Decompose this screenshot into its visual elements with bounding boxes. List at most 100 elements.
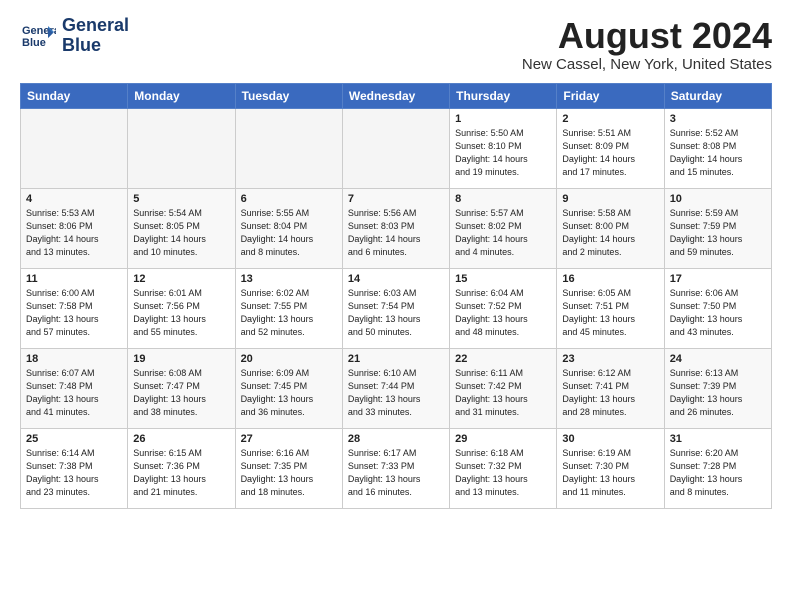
day-info: Sunrise: 5:52 AM Sunset: 8:08 PM Dayligh… [670,127,766,179]
day-info: Sunrise: 6:06 AM Sunset: 7:50 PM Dayligh… [670,287,766,339]
calendar-day-5: 5Sunrise: 5:54 AM Sunset: 8:05 PM Daylig… [128,188,235,268]
day-info: Sunrise: 5:56 AM Sunset: 8:03 PM Dayligh… [348,207,444,259]
calendar-week-2: 4 Sunrise: 5:53 AM Sunset: 8:06 PM Daylig… [21,188,772,268]
day-number: 15 [455,273,551,285]
calendar-day-30: 30Sunrise: 6:19 AM Sunset: 7:30 PM Dayli… [557,428,664,508]
day-number: 20 [241,353,337,365]
day-number: 27 [241,433,337,445]
day-info: Sunrise: 5:54 AM Sunset: 8:05 PM Dayligh… [133,207,229,259]
calendar-day-25: 25Sunrise: 6:14 AM Sunset: 7:38 PM Dayli… [21,428,128,508]
calendar-week-5: 25Sunrise: 6:14 AM Sunset: 7:38 PM Dayli… [21,428,772,508]
calendar-day-10: 10 Sunrise: 5:59 AM Sunset: 7:59 PM Dayli… [664,188,771,268]
calendar-day-19: 19Sunrise: 6:08 AM Sunset: 7:47 PM Dayli… [128,348,235,428]
month-year: August 2024 [522,16,772,56]
day-number: 13 [241,273,337,285]
location: New Cassel, New York, United States [522,56,772,73]
day-info: Sunrise: 6:07 AM Sunset: 7:48 PM Dayligh… [26,367,122,419]
weekday-header-row: SundayMondayTuesdayWednesdayThursdayFrid… [21,83,772,108]
day-number: 29 [455,433,551,445]
calendar-day-4: 4 Sunrise: 5:53 AM Sunset: 8:06 PM Daylig… [21,188,128,268]
day-info: Sunrise: 5:55 AM Sunset: 8:04 PM Dayligh… [241,207,337,259]
day-number: 11 [26,273,122,285]
day-info: Sunrise: 6:01 AM Sunset: 7:56 PM Dayligh… [133,287,229,339]
calendar-day-6: 6 Sunrise: 5:55 AM Sunset: 8:04 PM Daylig… [235,188,342,268]
weekday-header-saturday: Saturday [664,83,771,108]
calendar-day-8: 8 Sunrise: 5:57 AM Sunset: 8:02 PM Daylig… [450,188,557,268]
day-info: Sunrise: 6:09 AM Sunset: 7:45 PM Dayligh… [241,367,337,419]
calendar-day-22: 22 Sunrise: 6:11 AM Sunset: 7:42 PM Dayli… [450,348,557,428]
calendar-day-14: 14 Sunrise: 6:03 AM Sunset: 7:54 PM Dayli… [342,268,449,348]
day-info: Sunrise: 6:05 AM Sunset: 7:51 PM Dayligh… [562,287,658,339]
calendar-day-23: 23Sunrise: 6:12 AM Sunset: 7:41 PM Dayli… [557,348,664,428]
day-number: 14 [348,273,444,285]
calendar-day-26: 26Sunrise: 6:15 AM Sunset: 7:36 PM Dayli… [128,428,235,508]
calendar-week-4: 18 Sunrise: 6:07 AM Sunset: 7:48 PM Dayli… [21,348,772,428]
day-info: Sunrise: 6:13 AM Sunset: 7:39 PM Dayligh… [670,367,766,419]
calendar-day-13: 13 Sunrise: 6:02 AM Sunset: 7:55 PM Dayli… [235,268,342,348]
weekday-header-tuesday: Tuesday [235,83,342,108]
calendar-day-24: 24 Sunrise: 6:13 AM Sunset: 7:39 PM Dayli… [664,348,771,428]
calendar-day-empty [21,108,128,188]
day-info: Sunrise: 6:10 AM Sunset: 7:44 PM Dayligh… [348,367,444,419]
calendar-day-7: 7 Sunrise: 5:56 AM Sunset: 8:03 PM Daylig… [342,188,449,268]
day-number: 6 [241,193,337,205]
calendar-day-31: 31Sunrise: 6:20 AM Sunset: 7:28 PM Dayli… [664,428,771,508]
day-number: 1 [455,113,551,125]
day-number: 25 [26,433,122,445]
day-info: Sunrise: 6:19 AM Sunset: 7:30 PM Dayligh… [562,447,658,499]
logo-text: General Blue [62,16,129,56]
calendar-day-9: 9 Sunrise: 5:58 AM Sunset: 8:00 PM Daylig… [557,188,664,268]
day-number: 16 [562,273,658,285]
day-number: 7 [348,193,444,205]
weekday-header-friday: Friday [557,83,664,108]
calendar-day-21: 21 Sunrise: 6:10 AM Sunset: 7:44 PM Dayli… [342,348,449,428]
day-number: 10 [670,193,766,205]
calendar-day-16: 16 Sunrise: 6:05 AM Sunset: 7:51 PM Dayli… [557,268,664,348]
weekday-header-monday: Monday [128,83,235,108]
day-info: Sunrise: 6:02 AM Sunset: 7:55 PM Dayligh… [241,287,337,339]
day-number: 2 [562,113,658,125]
day-info: Sunrise: 6:04 AM Sunset: 7:52 PM Dayligh… [455,287,551,339]
day-info: Sunrise: 6:03 AM Sunset: 7:54 PM Dayligh… [348,287,444,339]
calendar-day-empty [128,108,235,188]
calendar-day-28: 28Sunrise: 6:17 AM Sunset: 7:33 PM Dayli… [342,428,449,508]
calendar-day-29: 29 Sunrise: 6:18 AM Sunset: 7:32 PM Dayli… [450,428,557,508]
weekday-header-wednesday: Wednesday [342,83,449,108]
calendar-day-3: 3 Sunrise: 5:52 AM Sunset: 8:08 PM Daylig… [664,108,771,188]
day-info: Sunrise: 6:15 AM Sunset: 7:36 PM Dayligh… [133,447,229,499]
day-info: Sunrise: 5:59 AM Sunset: 7:59 PM Dayligh… [670,207,766,259]
day-info: Sunrise: 5:53 AM Sunset: 8:06 PM Dayligh… [26,207,122,259]
calendar-day-27: 27 Sunrise: 6:16 AM Sunset: 7:35 PM Dayli… [235,428,342,508]
day-info: Sunrise: 5:57 AM Sunset: 8:02 PM Dayligh… [455,207,551,259]
calendar-week-3: 11Sunrise: 6:00 AM Sunset: 7:58 PM Dayli… [21,268,772,348]
day-number: 9 [562,193,658,205]
day-info: Sunrise: 6:12 AM Sunset: 7:41 PM Dayligh… [562,367,658,419]
logo-icon: General Blue [20,18,56,54]
day-number: 4 [26,193,122,205]
calendar-day-2: 2 Sunrise: 5:51 AM Sunset: 8:09 PM Daylig… [557,108,664,188]
day-number: 21 [348,353,444,365]
logo: General Blue General Blue [20,16,129,56]
day-info: Sunrise: 6:11 AM Sunset: 7:42 PM Dayligh… [455,367,551,419]
day-number: 22 [455,353,551,365]
weekday-header-sunday: Sunday [21,83,128,108]
day-number: 17 [670,273,766,285]
calendar-day-17: 17 Sunrise: 6:06 AM Sunset: 7:50 PM Dayli… [664,268,771,348]
calendar-day-11: 11Sunrise: 6:00 AM Sunset: 7:58 PM Dayli… [21,268,128,348]
calendar-day-1: 1 Sunrise: 5:50 AM Sunset: 8:10 PM Daylig… [450,108,557,188]
day-info: Sunrise: 6:18 AM Sunset: 7:32 PM Dayligh… [455,447,551,499]
day-info: Sunrise: 5:51 AM Sunset: 8:09 PM Dayligh… [562,127,658,179]
calendar-day-20: 20 Sunrise: 6:09 AM Sunset: 7:45 PM Dayli… [235,348,342,428]
day-number: 3 [670,113,766,125]
day-number: 31 [670,433,766,445]
calendar-day-empty [342,108,449,188]
day-number: 18 [26,353,122,365]
day-info: Sunrise: 6:16 AM Sunset: 7:35 PM Dayligh… [241,447,337,499]
day-info: Sunrise: 5:50 AM Sunset: 8:10 PM Dayligh… [455,127,551,179]
calendar-day-12: 12Sunrise: 6:01 AM Sunset: 7:56 PM Dayli… [128,268,235,348]
calendar-week-1: 1 Sunrise: 5:50 AM Sunset: 8:10 PM Daylig… [21,108,772,188]
weekday-header-thursday: Thursday [450,83,557,108]
day-info: Sunrise: 5:58 AM Sunset: 8:00 PM Dayligh… [562,207,658,259]
day-number: 24 [670,353,766,365]
day-number: 8 [455,193,551,205]
